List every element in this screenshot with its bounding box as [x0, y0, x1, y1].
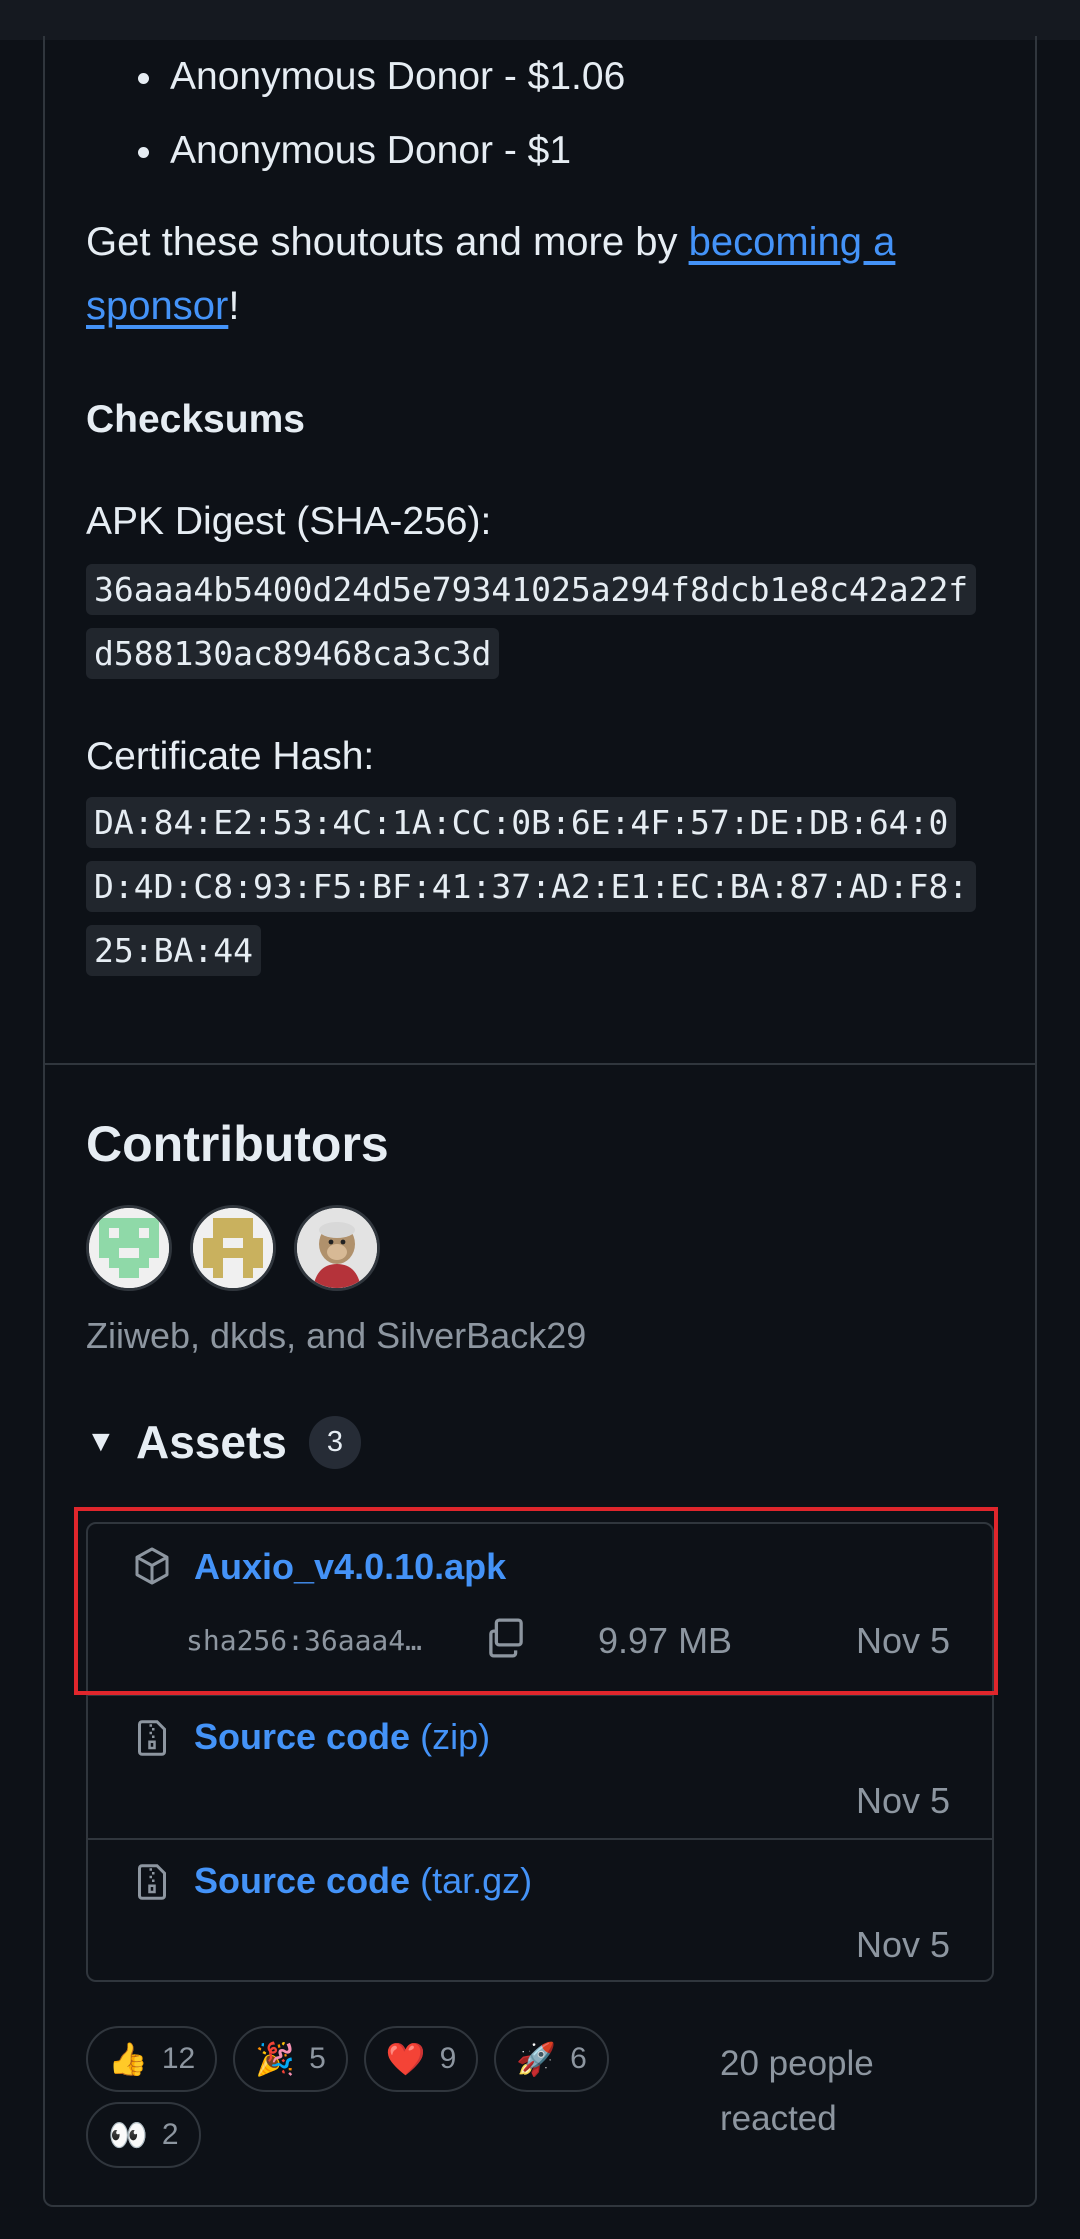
donor-item: Anonymous Donor - $1	[128, 114, 625, 188]
reaction-eyes[interactable]: 👀 2	[86, 2102, 201, 2168]
asset-link-source-targz[interactable]: Source code (tar.gz)	[194, 1860, 532, 1902]
avatar-dkds[interactable]	[190, 1205, 276, 1291]
heart-icon: ❤️	[385, 2040, 426, 2078]
party-popper-icon: 🎉	[255, 2040, 296, 2078]
status-bar	[0, 0, 1080, 40]
asset-row-zip: Source code (zip) Nov 5	[88, 1694, 992, 1838]
apk-digest-code: 36aaa4b5400d24d5e79341025a294f8dcb1e8c42…	[86, 558, 986, 686]
asset-date: Nov 5	[855, 1780, 950, 1821]
file-zip-icon	[138, 1864, 166, 1900]
thumbs-up-icon: 👍	[108, 2040, 148, 2078]
apk-digest-value: 36aaa4b5400d24d5e79341025a294f8dcb1e8c42…	[86, 564, 977, 679]
section-divider	[43, 1063, 1037, 1065]
reaction-rocket[interactable]: 🚀 6	[494, 2026, 609, 2092]
certificate-hash-value: DA:84:E2:53:4C:1A:CC:0B:6E:4F:57:DE:DB:6…	[86, 797, 977, 976]
eyes-icon: 👀	[108, 2116, 148, 2154]
caret-down-icon[interactable]: ▼	[86, 1425, 136, 1459]
apk-digest-label: APK Digest (SHA-256):	[86, 500, 492, 543]
certificate-hash-code: DA:84:E2:53:4C:1A:CC:0B:6E:4F:57:DE:DB:6…	[86, 791, 986, 983]
assets-header[interactable]: ▼ Assets 3	[86, 1415, 362, 1469]
rocket-icon: 🚀	[516, 2040, 557, 2078]
assets-count-badge: 3	[308, 1415, 362, 1469]
assets-title: Assets	[136, 1416, 287, 1468]
contributor-avatars	[86, 1205, 380, 1291]
file-zip-icon	[138, 1720, 166, 1756]
reaction-count: 2	[161, 2118, 179, 2151]
sponsor-suffix: !	[228, 284, 240, 328]
checksums-heading: Checksums	[86, 398, 305, 441]
asset-ext: (zip)	[420, 1716, 491, 1757]
avatar-silverback29[interactable]	[294, 1205, 380, 1291]
asset-ext: (tar.gz)	[420, 1860, 533, 1901]
reaction-count: 12	[161, 2042, 196, 2075]
asset-row-targz: Source code (tar.gz) Nov 5	[88, 1838, 992, 1980]
avatar-ziiweb[interactable]	[86, 1205, 172, 1291]
reaction-count: 6	[570, 2042, 587, 2075]
reactions-summary: 20 people reacted	[720, 2044, 874, 2138]
reaction-heart[interactable]: ❤️ 9	[363, 2026, 479, 2092]
sponsor-prefix: Get these shoutouts and more by	[86, 220, 689, 264]
asset-name: Source code	[194, 1860, 411, 1901]
asset-link-source-zip[interactable]: Source code (zip)	[194, 1716, 490, 1758]
reaction-count: 5	[309, 2042, 326, 2075]
highlight-box	[74, 1507, 998, 1695]
reaction-count: 9	[439, 2042, 457, 2075]
contributors-heading: Contributors	[86, 1116, 389, 1172]
asset-date: Nov 5	[855, 1924, 950, 1965]
donor-list: Anonymous Donor - $1.06 Anonymous Donor …	[128, 40, 625, 188]
contributor-names: Ziiweb, dkds, and SilverBack29	[86, 1315, 587, 1356]
sponsor-paragraph: Get these shoutouts and more by becoming…	[86, 210, 986, 338]
donor-item: Anonymous Donor - $1.06	[128, 40, 625, 114]
certificate-hash-label: Certificate Hash:	[86, 735, 375, 778]
reaction-hooray[interactable]: 🎉 5	[233, 2026, 348, 2092]
reaction-thumbs-up[interactable]: 👍 12	[86, 2026, 218, 2092]
asset-name: Source code	[194, 1716, 411, 1757]
reactions-bar: 👍 12 🎉 5 ❤️ 9 🚀 6 👀 2	[86, 2026, 646, 2168]
